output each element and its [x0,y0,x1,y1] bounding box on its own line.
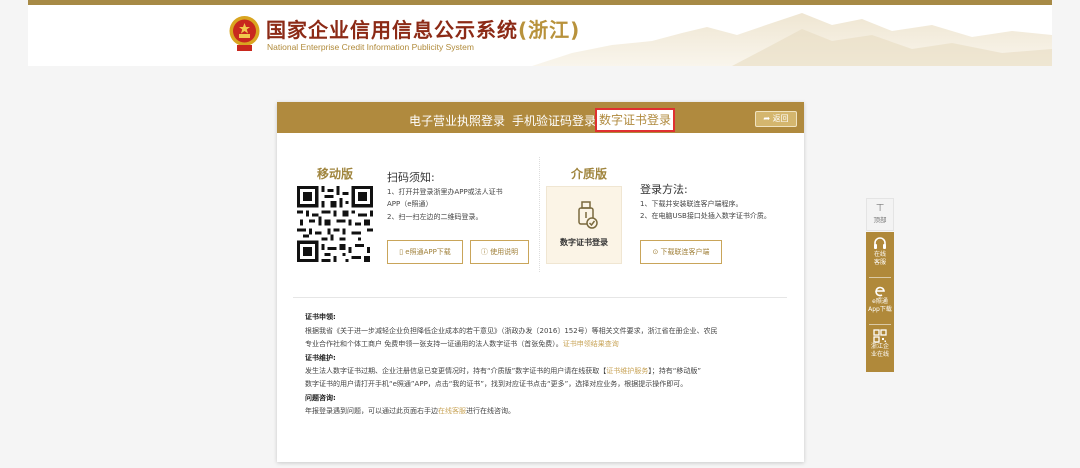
float-separator [869,324,891,325]
download-icon: ⊙ [652,248,661,256]
faq-text: 年报登录遇到问题，可以通过此页面右手边在线客服进行在线咨询。 [305,407,515,415]
float-item-label: e照通 [872,298,888,305]
float-separator [869,277,891,278]
float-item-label: 在线 [873,251,886,258]
site-title: 国家企业信用信息公示系统(浙江) [266,18,581,42]
digital-cert-login-label: 数字证书登录 [560,238,608,247]
cert-apply-text: 根据我省《关于进一步减轻企业负担降低企业成本的若干意见》（浙政办发〔2016〕1… [305,327,718,335]
site-subtitle: National Enterprise Credit Information P… [267,42,474,52]
back-button[interactable]: ➦ 返回 [755,111,797,127]
horizontal-divider [293,297,787,298]
headset-icon [874,237,886,249]
cert-apply-result-link[interactable]: 证书申领结果查询 [563,340,619,348]
online-service-button[interactable]: 在线 客服 [866,237,894,267]
medium-section-title: 介质版 [571,167,608,181]
scan-notice-line: 1、打开并登录浙里办APP或法人证书 [387,188,503,196]
float-item-label: 业在线 [870,351,889,358]
login-qr-code [297,186,373,262]
ezhaotong-app-download-button[interactable]: ▯ e照通APP下载 [387,240,463,264]
cert-maintenance-text: 发生法人数字证书过期、企业注册信息已变更情况时，持有“介质版”数字证书的用户请在… [305,367,702,375]
up-arrow-icon: ⊤ [875,203,885,214]
national-emblem-icon [229,16,260,51]
faq-heading: 问题咨询: [305,394,336,402]
zhejiang-enterprise-online-button[interactable]: 浙江企 业在线 [866,329,894,359]
cert-maintenance-text: 数字证书的用户请打开手机“e照通”APP，点击“我的证书”，找到对应证书点击“更… [305,380,688,388]
login-card: 电子营业执照登录 手机验证码登录 数字证书登录 ➦ 返回 移动版 扫码须知: 1… [277,102,804,462]
login-method-line: 1、下载并安装联连客户端程序。 [640,200,743,208]
login-tab-bar: 电子营业执照登录 手机验证码登录 数字证书登录 ➦ 返回 [277,102,804,133]
tab-business-license-login[interactable]: 电子营业执照登录 [409,109,505,133]
info-circle-icon: ⓘ [480,248,491,256]
tab-digital-cert-login[interactable]: 数字证书登录 [595,108,675,132]
scan-notice-line: APP（e照通） [387,200,433,208]
float-item-label: App下载 [868,306,892,313]
province-label: (浙江) [518,18,581,42]
back-arrow-icon: ➦ [763,114,773,123]
section-divider [539,157,540,272]
login-method-title: 登录方法: [640,183,688,196]
cert-apply-text: 专业合作社和个体工商户 免费申领一张支持一证通用的法人数字证书（首张免费）。证书… [305,340,619,348]
tab-phone-code-login[interactable]: 手机验证码登录 [512,109,596,133]
mobile-section-title: 移动版 [317,167,354,181]
digital-cert-login-box[interactable]: 数字证书登录 [546,186,622,264]
float-item-label: 客服 [873,259,886,266]
site-header: 国家企业信用信息公示系统(浙江) National Enterprise Cre… [28,0,1052,66]
usage-guide-button[interactable]: ⓘ 使用说明 [470,240,529,264]
back-to-top-label: 顶部 [873,216,887,224]
float-item-label: 浙江企 [870,343,889,350]
cert-maintenance-heading: 证书维护: [305,354,336,362]
mountain-banner-image [532,5,1052,66]
cert-apply-heading: 证书申领: [305,313,336,321]
ezhaotong-app-float-button[interactable]: e照通 App下载 [866,282,894,314]
e-icon [875,286,885,297]
float-service-panel: 在线 客服 e照通 App下载 浙江企 业在线 [866,232,894,372]
scan-notice-title: 扫码须知: [387,171,435,184]
qr-icon [873,329,887,343]
online-service-link[interactable]: 在线客服 [438,407,466,415]
download-client-button[interactable]: ⊙ 下载联连客户端 [640,240,722,264]
cert-maintenance-service-link[interactable]: 证书维护服务 [606,367,648,375]
login-method-line: 2、在电脑USB接口处插入数字证书介质。 [640,212,771,220]
usb-key-icon [578,201,598,229]
scan-notice-line: 2、扫一扫左边的二维码登录。 [387,213,483,221]
back-to-top-button[interactable]: ⊤ 顶部 [866,198,894,231]
